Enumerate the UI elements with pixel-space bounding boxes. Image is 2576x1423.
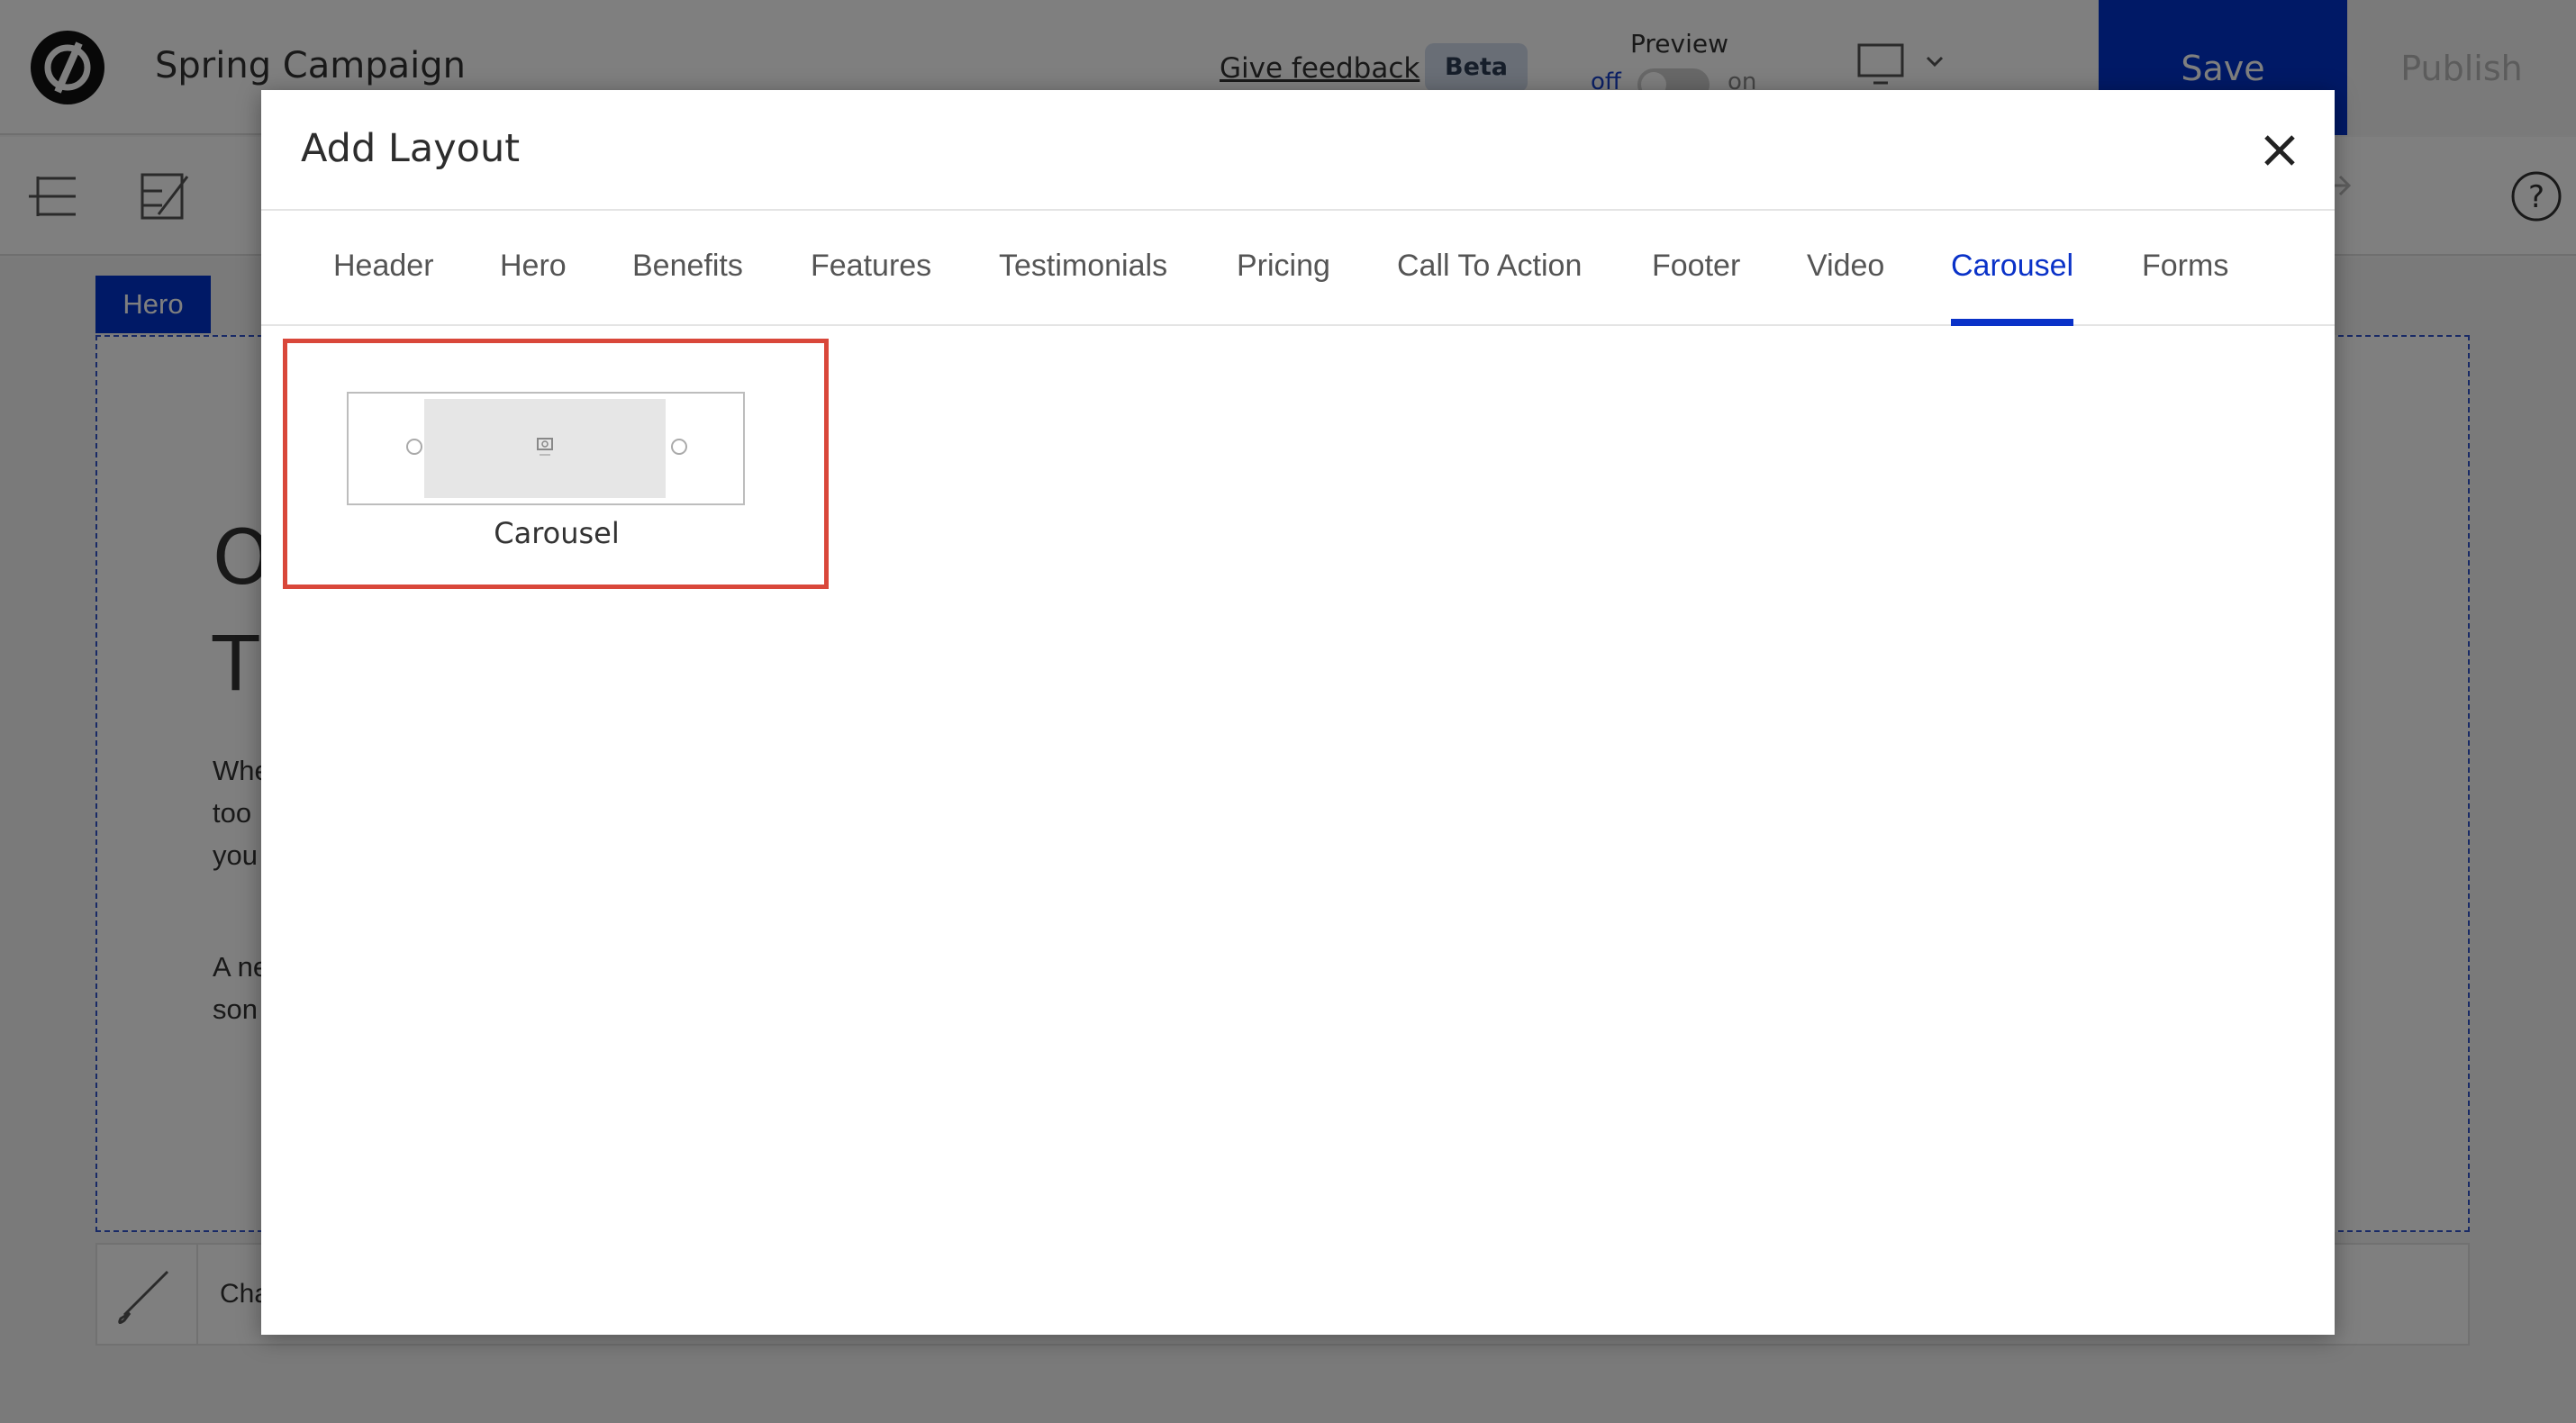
camera-icon [537, 438, 553, 456]
layout-option-carousel[interactable]: Carousel [283, 339, 829, 589]
tab-testimonials[interactable]: Testimonials [999, 249, 1167, 326]
layout-option-label: Carousel [494, 516, 620, 550]
tab-video[interactable]: Video [1807, 249, 1884, 326]
thumbnail-slide [424, 399, 666, 498]
tab-benefits[interactable]: Benefits [632, 249, 743, 326]
tab-forms[interactable]: Forms [2142, 249, 2228, 326]
layout-category-tabs: Header Hero Benefits Features Testimonia… [261, 213, 2335, 326]
tab-carousel[interactable]: Carousel [1951, 249, 2074, 326]
carousel-thumbnail [347, 392, 745, 505]
tab-header[interactable]: Header [333, 249, 434, 326]
add-layout-dialog: Add Layout Header Hero Benefits Features… [261, 90, 2335, 1335]
close-button[interactable] [2255, 126, 2304, 175]
dialog-title: Add Layout [301, 126, 521, 171]
dialog-header: Add Layout [261, 90, 2335, 211]
arrow-left-icon [406, 439, 422, 455]
tab-call-to-action[interactable]: Call To Action [1397, 249, 1582, 326]
tab-pricing[interactable]: Pricing [1237, 249, 1330, 326]
tab-hero[interactable]: Hero [500, 249, 567, 326]
close-icon [2264, 135, 2295, 166]
tab-features[interactable]: Features [811, 249, 931, 326]
arrow-right-icon [671, 439, 687, 455]
tab-footer[interactable]: Footer [1652, 249, 1740, 326]
